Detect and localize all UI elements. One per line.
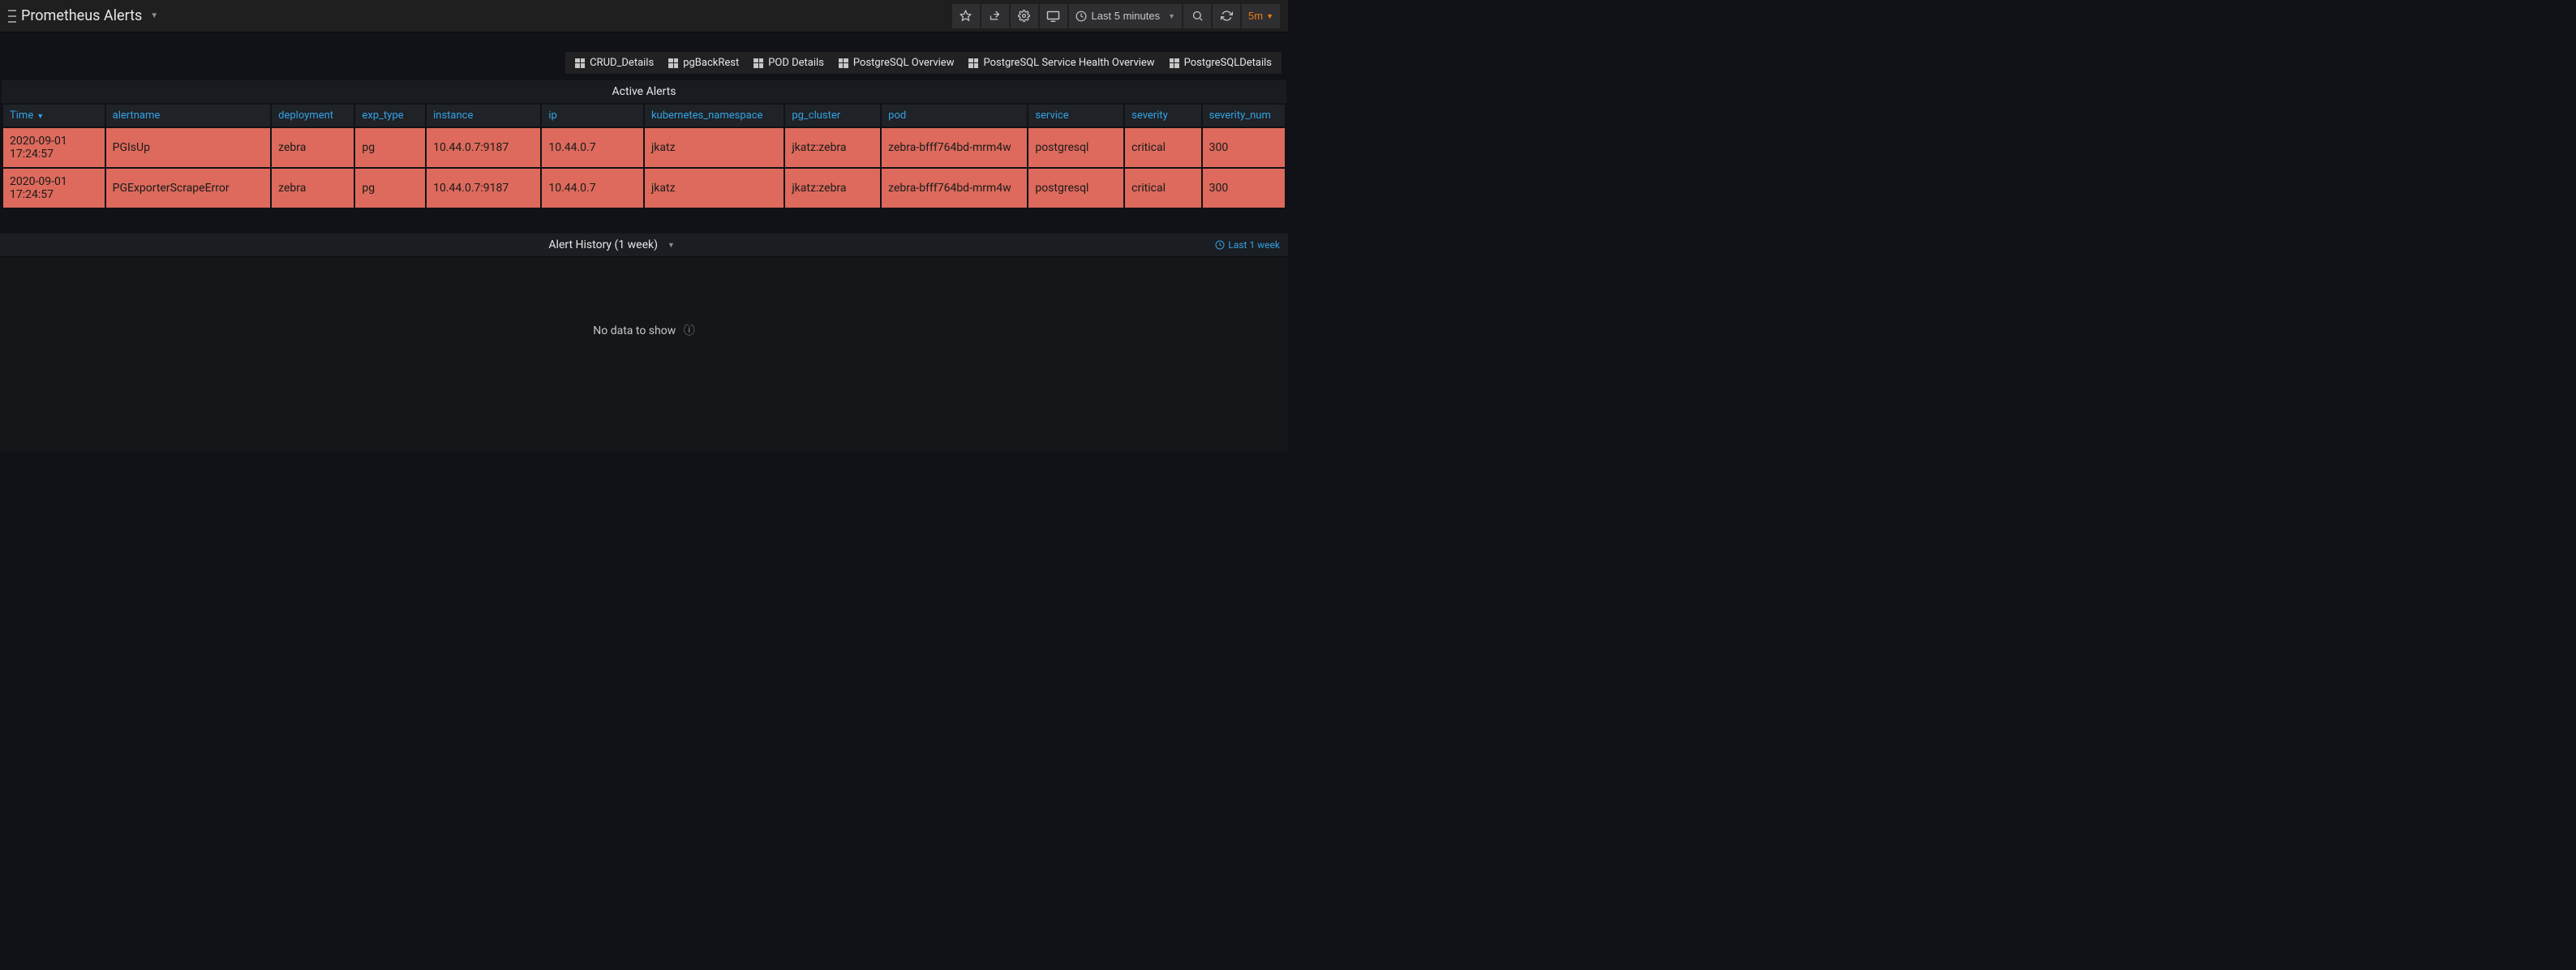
history-header: Alert History (1 week) ▼ Last 1 week [0, 234, 1288, 257]
history-range[interactable]: Last 1 week [1215, 239, 1280, 251]
grid-icon [968, 58, 978, 68]
share-button[interactable] [981, 4, 1009, 28]
star-button[interactable] [952, 4, 980, 28]
cell-ip: 10.44.0.7 [542, 128, 643, 167]
time-range-button[interactable]: Last 5 minutes ▼ [1069, 4, 1182, 28]
refresh-button[interactable] [1213, 4, 1240, 28]
column-header[interactable]: pod [882, 105, 1027, 127]
cell-time: 2020-09-01 17:24:57 [3, 169, 105, 208]
cell-instance: 10.44.0.7:9187 [427, 128, 540, 167]
cell-ns: jkatz [645, 128, 784, 167]
refresh-interval-button[interactable]: 5m ▼ [1242, 4, 1280, 28]
dashboard-link[interactable]: POD Details [753, 57, 824, 69]
link-label: CRUD_Details [590, 57, 654, 69]
cell-time: 2020-09-01 17:24:57 [3, 128, 105, 167]
grid-icon [575, 58, 585, 68]
toolbar-actions: Last 5 minutes ▼ 5m ▼ [952, 4, 1280, 28]
grid-icon [1170, 58, 1179, 68]
column-header[interactable]: pg_cluster [785, 105, 880, 127]
grid-icon [839, 58, 848, 68]
cell-num: 300 [1203, 128, 1285, 167]
active-alerts-panel: Active Alerts Timealertnamedeploymentexp… [2, 80, 1286, 209]
history-title-text: Alert History (1 week) [548, 238, 658, 251]
dashboard-link[interactable]: PostgreSQLDetails [1170, 57, 1272, 69]
link-label: POD Details [768, 57, 824, 69]
cell-instance: 10.44.0.7:9187 [427, 169, 540, 208]
help-icon[interactable]: ⓘ [684, 324, 695, 337]
cell-alertname: PGIsUp [106, 128, 271, 167]
cell-severity: critical [1125, 128, 1200, 167]
dashboard-link[interactable]: PostgreSQL Overview [839, 57, 955, 69]
cell-deployment: zebra [272, 169, 354, 208]
settings-button[interactable] [1011, 4, 1038, 28]
column-header[interactable]: alertname [106, 105, 271, 127]
cell-cluster: jkatz:zebra [785, 128, 880, 167]
column-header[interactable]: Time [3, 105, 105, 127]
clock-icon [1215, 240, 1225, 250]
dashboard-link[interactable]: PostgreSQL Service Health Overview [968, 57, 1154, 69]
zoom-out-button[interactable] [1183, 4, 1211, 28]
grid-icon [753, 58, 763, 68]
cell-deployment: zebra [272, 128, 354, 167]
refresh-interval-label: 5m [1248, 10, 1263, 22]
cell-pod: zebra-bfff764bd-mrm4w [882, 169, 1027, 208]
chevron-down-icon: ▼ [668, 241, 675, 250]
cycle-view-button[interactable] [1040, 4, 1067, 28]
cell-ip: 10.44.0.7 [542, 169, 643, 208]
dashboard-title-wrap[interactable]: Prometheus Alerts ▼ [8, 7, 952, 24]
panel-title: Active Alerts [2, 80, 1286, 103]
alert-history-panel: Alert History (1 week) ▼ Last 1 week No … [0, 234, 1288, 452]
grip-icon [8, 10, 16, 23]
clock-icon [1075, 11, 1087, 22]
link-label: PostgreSQL Overview [853, 57, 955, 69]
column-header[interactable]: instance [427, 105, 540, 127]
link-label: PostgreSQL Service Health Overview [983, 57, 1154, 69]
chevron-down-icon: ▼ [1266, 12, 1273, 20]
cell-service: postgresql [1028, 128, 1123, 167]
cell-severity: critical [1125, 169, 1200, 208]
table-body: 2020-09-01 17:24:57PGIsUpzebrapg10.44.0.… [3, 128, 1285, 208]
history-title[interactable]: Alert History (1 week) ▼ [548, 238, 675, 251]
top-bar: Prometheus Alerts ▼ Last 5 minutes ▼ 5m … [0, 0, 1288, 32]
dashboard-title: Prometheus Alerts [21, 7, 142, 24]
column-header[interactable]: severity [1125, 105, 1200, 127]
cell-num: 300 [1203, 169, 1285, 208]
cell-ns: jkatz [645, 169, 784, 208]
cell-pod: zebra-bfff764bd-mrm4w [882, 128, 1027, 167]
dashboard-links-bar: CRUD_Details pgBackRest POD Details Postgre… [0, 49, 1288, 80]
column-header[interactable]: kubernetes_namespace [645, 105, 784, 127]
table-row[interactable]: 2020-09-01 17:24:57PGExporterScrapeError… [3, 169, 1285, 208]
column-header[interactable]: exp_type [355, 105, 425, 127]
column-header[interactable]: deployment [272, 105, 354, 127]
table-row[interactable]: 2020-09-01 17:24:57PGIsUpzebrapg10.44.0.… [3, 128, 1285, 167]
cell-cluster: jkatz:zebra [785, 169, 880, 208]
cell-exp_type: pg [355, 169, 425, 208]
grid-icon [668, 58, 678, 68]
alerts-table: Timealertnamedeploymentexp_typeinstancei… [2, 103, 1286, 209]
link-label: pgBackRest [683, 57, 739, 69]
dashboard-link[interactable]: pgBackRest [668, 57, 739, 69]
chevron-down-icon: ▼ [1168, 12, 1175, 20]
column-header[interactable]: service [1028, 105, 1123, 127]
table-header-row: Timealertnamedeploymentexp_typeinstancei… [3, 105, 1285, 127]
dashboard-links: CRUD_Details pgBackRest POD Details Postgre… [565, 52, 1282, 74]
chevron-down-icon: ▼ [150, 11, 158, 20]
column-header[interactable]: severity_num [1203, 105, 1285, 127]
no-data-text: No data to show [593, 324, 676, 337]
time-range-label: Last 5 minutes [1092, 10, 1161, 22]
cell-alertname: PGExporterScrapeError [106, 169, 271, 208]
no-data-message: No data to show ⓘ [0, 257, 1288, 452]
cell-service: postgresql [1028, 169, 1123, 208]
history-range-label: Last 1 week [1228, 239, 1280, 251]
link-label: PostgreSQLDetails [1184, 57, 1272, 69]
dashboard-link[interactable]: CRUD_Details [575, 57, 654, 69]
cell-exp_type: pg [355, 128, 425, 167]
column-header[interactable]: ip [542, 105, 643, 127]
